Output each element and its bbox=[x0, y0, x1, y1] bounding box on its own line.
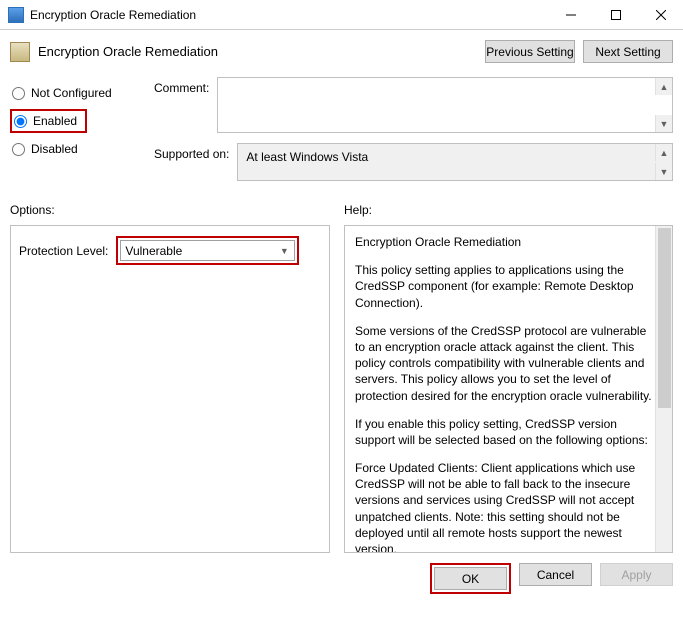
help-scrollbar[interactable] bbox=[655, 226, 672, 552]
help-panel: Encryption Oracle Remediation This polic… bbox=[344, 225, 673, 553]
protection-level-value: Vulnerable bbox=[125, 244, 182, 258]
radio-enabled-label: Enabled bbox=[33, 114, 77, 128]
options-label: Options: bbox=[10, 203, 330, 217]
app-icon bbox=[8, 7, 24, 23]
help-p3: Some versions of the CredSSP protocol ar… bbox=[355, 323, 652, 404]
help-scroll-thumb[interactable] bbox=[658, 228, 671, 408]
radio-enabled-input[interactable] bbox=[14, 115, 27, 128]
footer: OK Cancel Apply bbox=[0, 553, 683, 594]
protection-level-label: Protection Level: bbox=[19, 244, 108, 258]
scroll-up-icon[interactable]: ▲ bbox=[655, 78, 672, 95]
help-p1: Encryption Oracle Remediation bbox=[355, 234, 652, 250]
supported-value-box: At least Windows Vista ▲ ▼ bbox=[237, 143, 673, 181]
next-setting-button[interactable]: Next Setting bbox=[583, 40, 673, 63]
header: Encryption Oracle Remediation Previous S… bbox=[0, 30, 683, 71]
radio-not-configured-input[interactable] bbox=[12, 87, 25, 100]
close-button[interactable] bbox=[638, 0, 683, 29]
scroll-down-icon[interactable]: ▼ bbox=[655, 115, 672, 132]
header-title: Encryption Oracle Remediation bbox=[38, 44, 477, 59]
highlight-ok: OK bbox=[430, 563, 511, 594]
scroll-up-icon[interactable]: ▲ bbox=[655, 144, 672, 161]
window-title: Encryption Oracle Remediation bbox=[30, 8, 548, 22]
maximize-button[interactable] bbox=[593, 0, 638, 29]
radio-disabled-label: Disabled bbox=[31, 142, 78, 156]
comment-textarea[interactable]: ▲ ▼ bbox=[217, 77, 673, 133]
previous-setting-button[interactable]: Previous Setting bbox=[485, 40, 575, 63]
comment-label: Comment: bbox=[154, 77, 209, 133]
help-p4: If you enable this policy setting, CredS… bbox=[355, 416, 652, 448]
cancel-button[interactable]: Cancel bbox=[519, 563, 592, 586]
highlight-protection: Vulnerable ▼ bbox=[116, 236, 299, 265]
radio-enabled[interactable]: Enabled bbox=[12, 109, 77, 133]
supported-label: Supported on: bbox=[154, 143, 229, 181]
protection-level-select[interactable]: Vulnerable ▼ bbox=[120, 240, 295, 261]
highlight-enabled: Enabled bbox=[10, 109, 87, 133]
help-p2: This policy setting applies to applicati… bbox=[355, 262, 652, 311]
minimize-button[interactable] bbox=[548, 0, 593, 29]
help-label: Help: bbox=[344, 203, 673, 217]
radio-not-configured[interactable]: Not Configured bbox=[10, 81, 140, 105]
radio-not-configured-label: Not Configured bbox=[31, 86, 112, 100]
chevron-down-icon: ▼ bbox=[276, 243, 292, 259]
help-text: Encryption Oracle Remediation This polic… bbox=[355, 234, 662, 553]
radio-disabled[interactable]: Disabled bbox=[10, 137, 140, 161]
radio-disabled-input[interactable] bbox=[12, 143, 25, 156]
supported-value: At least Windows Vista bbox=[246, 150, 368, 164]
help-p5: Force Updated Clients: Client applicatio… bbox=[355, 460, 652, 553]
policy-icon bbox=[10, 42, 30, 62]
options-panel: Protection Level: Vulnerable ▼ bbox=[10, 225, 330, 553]
ok-button[interactable]: OK bbox=[434, 567, 507, 590]
apply-button[interactable]: Apply bbox=[600, 563, 673, 586]
titlebar: Encryption Oracle Remediation bbox=[0, 0, 683, 30]
scroll-down-icon[interactable]: ▼ bbox=[655, 163, 672, 180]
